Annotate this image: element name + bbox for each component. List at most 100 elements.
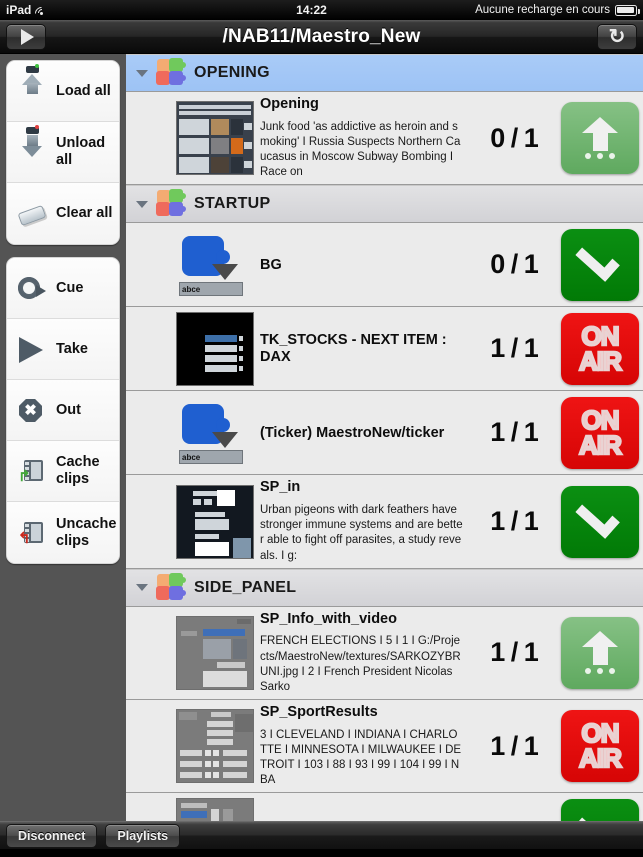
playlist-group-title: SIDE_PANEL — [194, 578, 297, 596]
row-description: Urban pigeons with dark feathers have st… — [260, 504, 463, 562]
row-title: SP_Info_with_video — [260, 610, 397, 627]
play-icon — [15, 332, 49, 366]
eraser-icon — [15, 197, 49, 231]
status-bar-left: iPad — [0, 3, 210, 23]
sidebar-item-label: Load all — [56, 82, 111, 99]
playlist-row[interactable]: SP_in Urban pigeons with dark feathers h… — [126, 475, 643, 569]
play-button[interactable] — [6, 23, 46, 50]
row-content: Opening Junk food 'as addictive as heroi… — [260, 96, 467, 180]
on-air-line-2: AIR — [578, 345, 623, 376]
row-state-button[interactable] — [561, 616, 639, 689]
row-count: 1 / 1 — [490, 333, 539, 364]
row-title: Opening — [260, 96, 319, 112]
play-icon — [21, 28, 34, 45]
main-content: Load all Unload all Clear all Cue Take ✖… — [0, 54, 643, 829]
on-air-line-2: AIR — [578, 743, 623, 774]
sidebar-item-label: Uncache clips — [56, 515, 117, 549]
sidebar: Load all Unload all Clear all Cue Take ✖… — [0, 54, 126, 829]
row-count: 1 / 1 — [490, 637, 539, 668]
close-octagon-icon: ✖ — [15, 393, 49, 427]
chevron-down-icon[interactable] — [136, 584, 148, 592]
playlist-group-header-side-panel[interactable]: SIDE_PANEL — [126, 568, 643, 607]
row-title: TK_STOCKS - NEXT ITEM : DAX — [260, 332, 447, 365]
check-icon — [575, 238, 620, 282]
status-bar-right: Aucune recharge en cours — [413, 4, 643, 16]
sidebar-group-load: Load all Unload all Clear all — [6, 60, 120, 245]
row-thumbnail — [176, 709, 254, 784]
arrow-down-icon — [15, 125, 49, 169]
arrow-up-icon — [15, 64, 49, 108]
chevron-down-icon[interactable] — [136, 200, 148, 208]
loading-dots-icon — [561, 146, 639, 164]
row-title: SP_SportResults — [260, 704, 378, 721]
row-title: (Ticker) MaestroNew/ticker — [260, 424, 445, 441]
row-title: SP_in — [260, 479, 301, 496]
page-title: /NAB11/Maestro_New — [222, 25, 421, 47]
row-description: FRENCH ELECTIONS I 5 I 1 I G:/Projects/M… — [260, 635, 461, 693]
chevron-down-icon[interactable] — [136, 69, 148, 77]
ipad-screen: iPad 14:22 Aucune recharge en cours /NAB… — [0, 0, 643, 857]
sidebar-item-take[interactable]: Take — [7, 319, 119, 380]
sidebar-item-cue[interactable]: Cue — [7, 258, 119, 319]
playlist-row[interactable]: abce (Ticker) MaestroNew/ticker 1 / 1 ON… — [126, 391, 643, 476]
row-thumbnail: abce — [176, 227, 254, 302]
row-state-button[interactable] — [561, 102, 639, 175]
row-state-button[interactable]: ON AIR — [561, 710, 639, 783]
sidebar-item-label: Out — [56, 401, 81, 418]
row-state-button[interactable] — [561, 485, 639, 558]
sidebar-item-cache-clips[interactable]: ↱ Cache clips — [7, 441, 119, 502]
sidebar-item-unload-all[interactable]: Unload all — [7, 122, 119, 183]
playlist-row[interactable]: abce BG 0 / 1 — [126, 223, 643, 308]
row-description: 3 I CLEVELAND I INDIANA I CHARLOTTE I MI… — [260, 728, 462, 787]
status-bar-clock: 14:22 — [296, 3, 327, 17]
film-download-icon: ↱ — [15, 454, 49, 488]
puzzle-icon — [156, 572, 186, 602]
row-title: BG — [260, 256, 282, 273]
puzzle-icon — [156, 58, 186, 87]
playlist-group-header-startup[interactable]: STARTUP — [126, 185, 643, 224]
sidebar-item-label: Take — [56, 340, 88, 357]
row-thumbnail — [176, 615, 254, 690]
gear-icon — [15, 271, 49, 305]
row-count: 0 / 1 — [490, 122, 539, 153]
row-content: TK_STOCKS - NEXT ITEM : DAX — [260, 332, 467, 365]
row-thumbnail — [176, 484, 254, 559]
battery-icon — [615, 4, 640, 16]
row-count: 1 / 1 — [490, 730, 539, 761]
wifi-icon — [32, 3, 52, 23]
row-state-button[interactable] — [561, 228, 639, 301]
playlists-button[interactable]: Playlists — [105, 823, 181, 848]
disconnect-button[interactable]: Disconnect — [6, 823, 98, 848]
puzzle-icon — [156, 189, 186, 218]
row-thumbnail — [176, 311, 254, 386]
row-count: 1 / 1 — [490, 506, 539, 537]
playlist-list[interactable]: OPENING Opening Junk food 'as addictive … — [126, 54, 643, 829]
row-state-button[interactable]: ON AIR — [561, 396, 639, 469]
sidebar-item-uncache-clips[interactable]: ↰ Uncache clips — [7, 502, 119, 563]
title-bar: /NAB11/Maestro_New ↻ — [0, 20, 643, 54]
playlist-group-header-opening[interactable]: OPENING — [126, 54, 643, 92]
playlist-row[interactable]: TK_STOCKS - NEXT ITEM : DAX 1 / 1 ON AIR — [126, 307, 643, 392]
playlist-row[interactable]: SP_Info_with_video FRENCH ELECTIONS I 5 … — [126, 606, 643, 701]
sidebar-item-label: Unload all — [56, 135, 106, 168]
playlist-group-title: STARTUP — [194, 195, 271, 213]
row-content: SP_SportResults 3 I CLEVELAND I INDIANA … — [260, 704, 467, 788]
playlist-row[interactable]: SP_SportResults 3 I CLEVELAND I INDIANA … — [126, 700, 643, 794]
on-air-badge: ON AIR — [578, 406, 623, 460]
on-air-badge: ON AIR — [578, 719, 623, 774]
row-state-button[interactable]: ON AIR — [561, 312, 639, 385]
loading-dots-icon — [561, 661, 639, 679]
row-count: 1 / 1 — [490, 417, 539, 448]
row-description: Junk food 'as addictive as heroin and sm… — [260, 120, 461, 179]
playlist-row[interactable]: Opening Junk food 'as addictive as heroi… — [126, 92, 643, 186]
sidebar-item-label: Clear all — [56, 205, 113, 222]
sidebar-group-transport: Cue Take ✖ Out ↱ Cache clips ↰ Uncache c… — [6, 257, 120, 564]
sidebar-item-clear-all[interactable]: Clear all — [7, 183, 119, 244]
row-count: 0 / 1 — [490, 249, 539, 280]
sidebar-item-out[interactable]: ✖ Out — [7, 380, 119, 441]
row-content: SP_in Urban pigeons with dark feathers h… — [260, 479, 467, 563]
playlist-group-title: OPENING — [194, 64, 270, 81]
on-air-badge: ON AIR — [578, 322, 623, 376]
sidebar-item-load-all[interactable]: Load all — [7, 61, 119, 122]
refresh-button[interactable]: ↻ — [597, 23, 637, 50]
